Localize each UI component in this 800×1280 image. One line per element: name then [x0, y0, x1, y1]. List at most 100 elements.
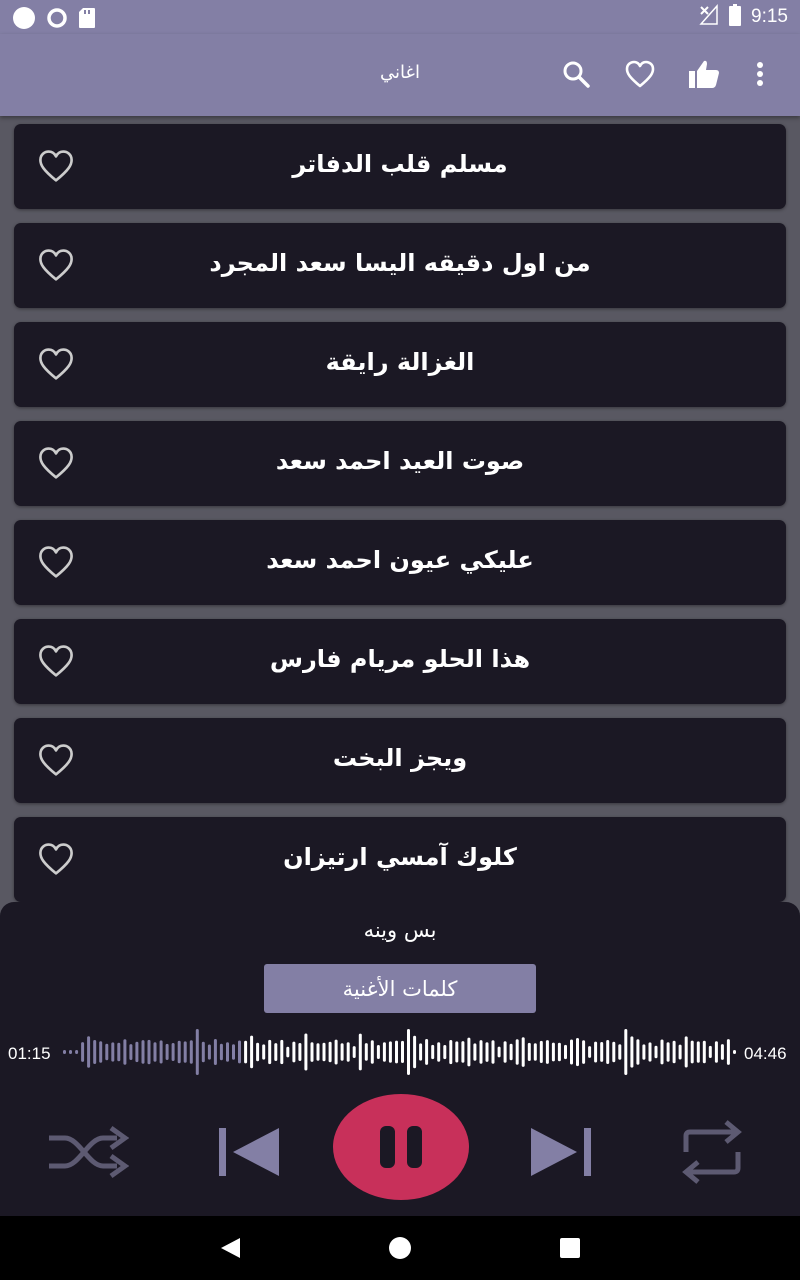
waveform-bar [684, 1036, 688, 1068]
favorite-heart-icon[interactable] [38, 149, 74, 183]
waveform-bar [714, 1041, 718, 1063]
waveform-bar [437, 1042, 441, 1062]
waveform-bar [630, 1036, 634, 1068]
waveform-bar [81, 1042, 85, 1062]
lyrics-button[interactable]: كلمات الأغنية [264, 964, 536, 1013]
waveform-bar [183, 1041, 187, 1063]
recents-button[interactable] [552, 1230, 588, 1266]
song-item[interactable]: من اول دقيقه اليسا سعد المجرد [14, 223, 786, 308]
waveform-bar [177, 1040, 181, 1064]
previous-button[interactable] [212, 1122, 284, 1182]
waveform-bar [340, 1043, 344, 1061]
waveform-bar [226, 1042, 229, 1062]
waveform-bar [165, 1043, 169, 1060]
waveform-bar [564, 1044, 567, 1060]
favorite-heart-icon[interactable] [38, 545, 74, 579]
waveform-bar [358, 1033, 362, 1071]
thumbs-up-icon [689, 60, 719, 88]
waveform-bar [419, 1043, 423, 1061]
waveform-bar [370, 1040, 374, 1064]
waveform-bar [195, 1029, 199, 1075]
favorite-heart-icon[interactable] [38, 644, 74, 678]
waveform-bar [570, 1039, 573, 1065]
heart-outline-icon [625, 60, 655, 88]
waveform-bar [395, 1040, 398, 1064]
waveform-bar [485, 1042, 489, 1062]
waveform-bar [376, 1045, 380, 1059]
waveform-bar [129, 1044, 133, 1060]
waveform-bar [135, 1041, 139, 1063]
waveform-bar [413, 1035, 417, 1069]
waveform-bar [328, 1041, 332, 1063]
song-title: ويجز البخت [332, 744, 468, 772]
song-item[interactable]: ويجز البخت [14, 718, 786, 803]
waveform-bar [642, 1044, 646, 1060]
waveform-bar [401, 1040, 404, 1063]
song-item[interactable]: عليكي عيون احمد سعد [14, 520, 786, 605]
waveform-bar [702, 1040, 706, 1064]
player-panel: بس وينه كلمات الأغنية 01:15 04:46 [0, 902, 800, 1216]
shuffle-button[interactable] [42, 1122, 132, 1182]
song-title: صوت العيد احمد سعد [275, 447, 525, 475]
waveform-bar [636, 1039, 640, 1065]
waveform-bar [407, 1029, 410, 1075]
song-item[interactable]: كلوك آمسي ارتيزان [14, 817, 786, 902]
sd-card-icon [78, 7, 96, 33]
total-duration: 04:46 [744, 1044, 787, 1063]
waveform-bar [316, 1043, 320, 1061]
favorite-heart-icon[interactable] [38, 248, 74, 282]
repeat-icon [682, 1120, 742, 1184]
waveform-bar [250, 1035, 254, 1069]
notification-circle-icon [12, 6, 36, 34]
waveform-bar [545, 1040, 549, 1064]
waveform-seekbar[interactable] [62, 1022, 738, 1082]
page-title: اغاني [380, 62, 420, 83]
screen: 9:15 اغاني مسلم قلب الدفاتر من اول دقيقه… [0, 0, 800, 1280]
favorite-heart-icon[interactable] [38, 842, 74, 876]
favorites-button[interactable] [620, 54, 660, 94]
waveform-bar [304, 1033, 308, 1071]
more-options-button[interactable] [740, 54, 780, 94]
waveform-bar [352, 1046, 356, 1058]
repeat-button[interactable] [676, 1116, 748, 1188]
skip-previous-icon [219, 1128, 279, 1176]
favorite-heart-icon[interactable] [38, 743, 74, 777]
shuffle-icon [49, 1125, 129, 1179]
system-nav-bar [0, 1216, 800, 1280]
waveform-bar [159, 1040, 163, 1064]
waveform-bar [63, 1050, 66, 1054]
pause-button[interactable] [333, 1094, 469, 1200]
waveform-bar [503, 1041, 507, 1063]
battery-icon [729, 4, 742, 30]
waveform-bar [600, 1042, 604, 1062]
waveform-bar [660, 1039, 664, 1065]
song-title: كلوك آمسي ارتيزان [283, 843, 517, 871]
song-item[interactable]: هذا الحلو مريام فارس [14, 619, 786, 704]
song-item[interactable]: مسلم قلب الدفاتر [14, 124, 786, 209]
song-list[interactable]: مسلم قلب الدفاتر من اول دقيقه اليسا سعد … [0, 116, 800, 902]
waveform-bar [455, 1041, 459, 1063]
elapsed-time: 01:15 [8, 1044, 51, 1063]
waveform-bar [189, 1040, 193, 1064]
waveform-bar [576, 1038, 579, 1067]
waveform-bar [648, 1042, 652, 1062]
song-title: هذا الحلو مريام فارس [269, 645, 531, 673]
next-button[interactable] [526, 1122, 598, 1182]
song-title: الغزالة رايقة [325, 348, 475, 376]
like-button[interactable] [684, 54, 724, 94]
waveform-bar [238, 1040, 241, 1064]
more-vertical-icon [757, 62, 763, 86]
waveform-bar [720, 1044, 724, 1060]
song-item[interactable]: صوت العيد احمد سعد [14, 421, 786, 506]
home-button[interactable] [382, 1230, 418, 1266]
favorite-heart-icon[interactable] [38, 446, 74, 480]
favorite-heart-icon[interactable] [38, 347, 74, 381]
app-bar: اغاني [0, 34, 800, 116]
waveform-bar [213, 1039, 217, 1065]
song-item[interactable]: الغزالة رايقة [14, 322, 786, 407]
back-button[interactable] [212, 1230, 248, 1266]
search-button[interactable] [556, 54, 596, 94]
song-title: مسلم قلب الدفاتر [292, 150, 508, 178]
waveform-bar [612, 1041, 616, 1063]
waveform-bar [268, 1039, 272, 1065]
